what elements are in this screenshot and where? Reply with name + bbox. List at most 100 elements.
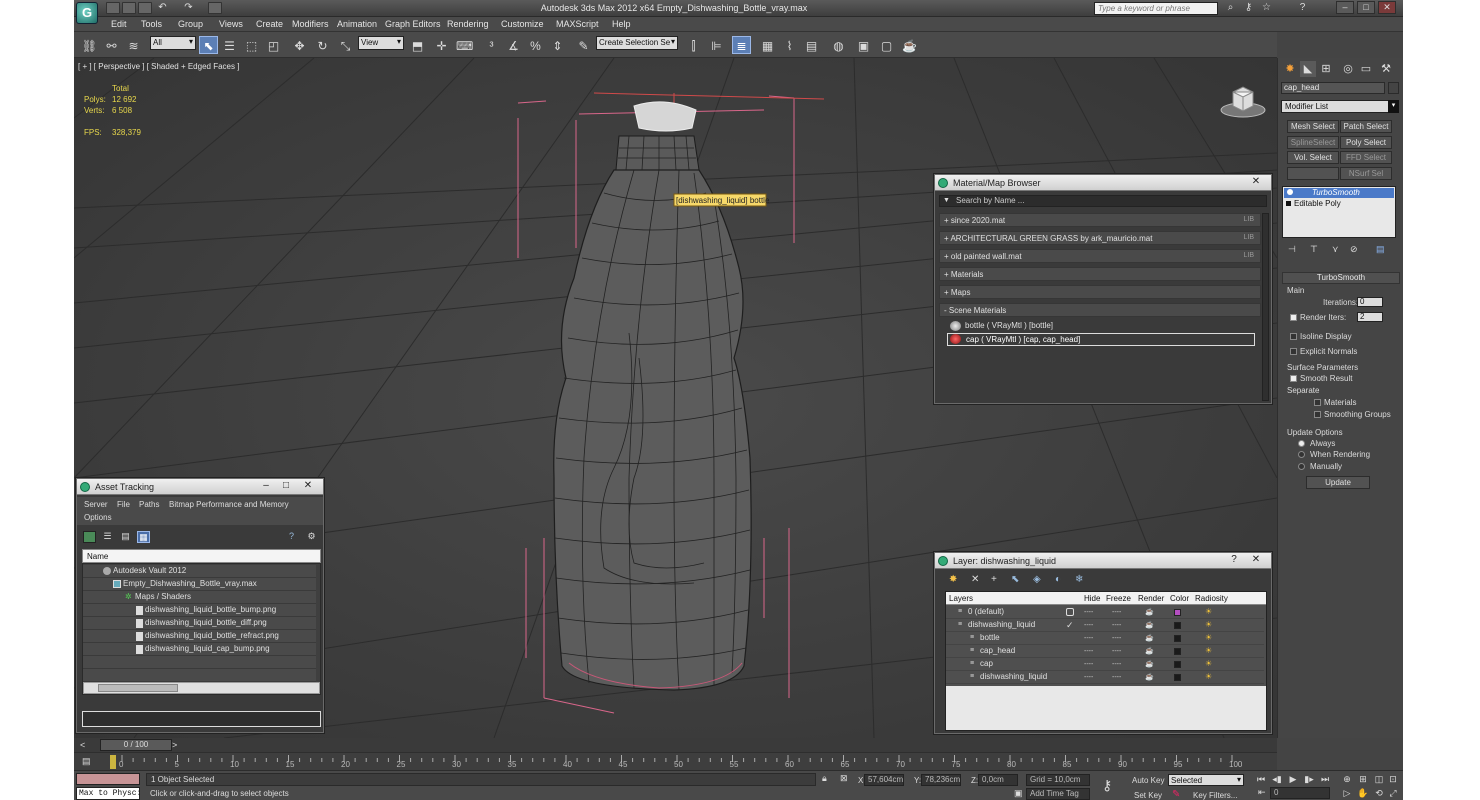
zoom-extents-all-icon[interactable]: ⊡ — [1386, 773, 1400, 785]
layer-color-swatch[interactable] — [1174, 635, 1181, 642]
column-render[interactable]: Render — [1138, 594, 1164, 603]
vault-help-icon[interactable]: ? — [285, 531, 298, 543]
hide-toggle[interactable]: ---- — [1084, 648, 1093, 655]
hide-toggle[interactable]: ---- — [1084, 622, 1093, 629]
column-layers[interactable]: Layers — [949, 594, 973, 603]
utilities-tab-icon[interactable]: ⚒ — [1378, 61, 1394, 77]
edit-named-selections-icon[interactable]: ✎ — [574, 36, 593, 54]
modifier-list-dropdown[interactable]: Modifier List — [1281, 100, 1399, 113]
iterations-spinner[interactable]: 0 — [1357, 297, 1383, 307]
hierarchy-tab-icon[interactable]: ⊞ — [1318, 61, 1334, 77]
app-logo-icon[interactable]: G — [76, 2, 98, 24]
menu-help[interactable]: Help — [609, 18, 634, 30]
freeze-toggle[interactable]: ---- — [1112, 635, 1121, 642]
render-toggle-icon[interactable]: ☕ — [1145, 673, 1154, 681]
asset-path-field[interactable] — [82, 711, 321, 727]
ffd-select-button[interactable]: FFD Select — [1340, 151, 1392, 164]
previous-frame-icon[interactable]: ◂▮ — [1270, 773, 1284, 785]
column-freeze[interactable]: Freeze — [1106, 594, 1131, 603]
spinner-snap-icon[interactable]: ⇕ — [548, 36, 567, 54]
snaps-toggle-icon[interactable]: ³ — [482, 36, 501, 54]
render-setup-icon[interactable]: ▣ — [854, 36, 873, 54]
window-crossing-icon[interactable]: ◰ — [264, 36, 283, 54]
menu-modifiers[interactable]: Modifiers — [289, 18, 332, 30]
group-materials[interactable]: + Materials — [939, 267, 1261, 281]
scrollbar-thumb[interactable] — [98, 684, 178, 692]
maximize-viewport-icon[interactable]: ⤢ — [1386, 787, 1400, 799]
layer-help-button[interactable]: ? — [1223, 554, 1245, 567]
render-toggle-icon[interactable]: ☕ — [1145, 647, 1154, 655]
material-browser-scrollbar[interactable] — [1262, 213, 1269, 401]
add-time-tag-field[interactable]: Add Time Tag — [1026, 788, 1090, 800]
isoline-display-checkbox[interactable] — [1290, 333, 1297, 340]
list-view-icon[interactable]: ☰ — [101, 531, 114, 543]
mirror-icon[interactable]: ⫿ — [684, 36, 703, 54]
menu-edit[interactable]: Edit — [108, 18, 130, 30]
open-file-icon[interactable] — [122, 2, 136, 14]
favorites-star-icon[interactable]: ☆ — [1260, 2, 1273, 14]
zoom-icon[interactable]: ⊕ — [1340, 773, 1354, 785]
hide-toggle[interactable]: ---- — [1084, 674, 1093, 681]
menu-rendering[interactable]: Rendering — [444, 18, 492, 30]
configure-modifier-sets-icon[interactable]: ▤ — [1376, 244, 1385, 255]
zoom-all-icon[interactable]: ⊞ — [1356, 773, 1370, 785]
menu-create[interactable]: Create — [253, 18, 286, 30]
hide-unhide-all-icon[interactable]: ◐ — [1055, 574, 1061, 585]
tree-row-maps-shaders[interactable]: Maps / Shaders — [83, 591, 316, 604]
menu-maxscript[interactable]: MAXScript — [553, 18, 602, 30]
render-toggle-icon[interactable]: ☕ — [1145, 660, 1154, 668]
menu-bitmap-performance[interactable]: Bitmap Performance and Memory — [169, 500, 289, 509]
patch-select-button[interactable]: Patch Select — [1340, 120, 1392, 133]
stack-expand-icon[interactable] — [1286, 201, 1291, 206]
layer-color-swatch[interactable] — [1174, 661, 1181, 668]
viewcube-icon[interactable] — [1219, 80, 1267, 120]
go-to-start-icon[interactable]: ⏮ — [1254, 773, 1268, 785]
x-coordinate-field[interactable]: 57,604cm — [864, 774, 904, 786]
help-search-input[interactable]: Type a keyword or phrase — [1094, 2, 1218, 15]
pin-stack-icon[interactable]: ⊣ — [1288, 244, 1296, 255]
radiosity-toggle-icon[interactable]: ☀ — [1205, 633, 1212, 642]
select-by-name-icon[interactable]: ☰ — [220, 36, 239, 54]
radiosity-toggle-icon[interactable]: ☀ — [1205, 620, 1212, 629]
current-layer-box-icon[interactable] — [1066, 608, 1074, 616]
modifier-list-arrow-icon[interactable]: ▾ — [1388, 100, 1399, 113]
radiosity-toggle-icon[interactable]: ☀ — [1205, 646, 1212, 655]
settings-gear-icon[interactable]: ⚙ — [305, 531, 318, 543]
redo-icon[interactable]: ↷ — [182, 2, 195, 14]
menu-animation[interactable]: Animation — [334, 18, 380, 30]
highlight-selected-layer-icon[interactable]: ◈ — [1033, 574, 1041, 585]
separate-smoothing-checkbox[interactable] — [1314, 411, 1321, 418]
explicit-normals-checkbox[interactable] — [1290, 348, 1297, 355]
detail-view-icon[interactable]: ▤ — [119, 531, 132, 543]
table-view-icon[interactable]: ▦ — [137, 531, 150, 543]
separate-materials-checkbox[interactable] — [1314, 399, 1321, 406]
layer-row-default[interactable]: 0 (default) — [946, 606, 1264, 619]
select-manipulate-icon[interactable]: ✛ — [432, 36, 451, 54]
tree-row-cap-bump[interactable]: dishwashing_liquid_cap_bump.png — [83, 643, 316, 656]
group-since-2020[interactable]: + since 2020.mat LIB — [939, 213, 1261, 227]
bind-space-warp-icon[interactable]: ≋ — [124, 36, 143, 54]
layer-color-swatch[interactable] — [1174, 609, 1181, 616]
absolute-mode-icon[interactable]: ⊠ — [840, 773, 848, 784]
next-frame-icon[interactable]: ▮▸ — [1302, 773, 1316, 785]
motion-tab-icon[interactable]: ◎ — [1340, 61, 1356, 77]
select-link-icon[interactable]: ⛓ — [80, 36, 99, 54]
viewport-label[interactable]: [ + ] [ Perspective ] [ Shaded + Edged F… — [78, 62, 239, 71]
go-to-end-icon[interactable]: ⏭ — [1318, 773, 1332, 785]
stack-bulb-icon[interactable] — [1287, 189, 1293, 195]
freeze-toggle[interactable]: ---- — [1112, 674, 1121, 681]
hide-toggle[interactable]: ---- — [1084, 635, 1093, 642]
rotate-icon[interactable]: ↻ — [313, 36, 332, 54]
update-button[interactable]: Update — [1306, 476, 1370, 489]
stack-item-editable-poly[interactable]: Editable Poly — [1284, 199, 1394, 209]
freeze-toggle[interactable]: ---- — [1112, 622, 1121, 629]
maximize-button[interactable]: □ — [1357, 1, 1375, 14]
current-frame-field[interactable]: 0 — [1270, 787, 1330, 799]
render-toggle-icon[interactable]: ☕ — [1145, 608, 1154, 616]
refresh-icon[interactable] — [83, 531, 96, 543]
material-browser-options-icon[interactable]: ▼ — [943, 197, 950, 204]
binoculars-icon[interactable]: ⌕ — [1224, 2, 1237, 14]
selection-lock-icon[interactable]: 🔒︎ — [822, 773, 827, 784]
menu-views[interactable]: Views — [216, 18, 246, 30]
layer-row-dishwashing-liquid-object[interactable]: dishwashing_liquid — [946, 671, 1264, 684]
